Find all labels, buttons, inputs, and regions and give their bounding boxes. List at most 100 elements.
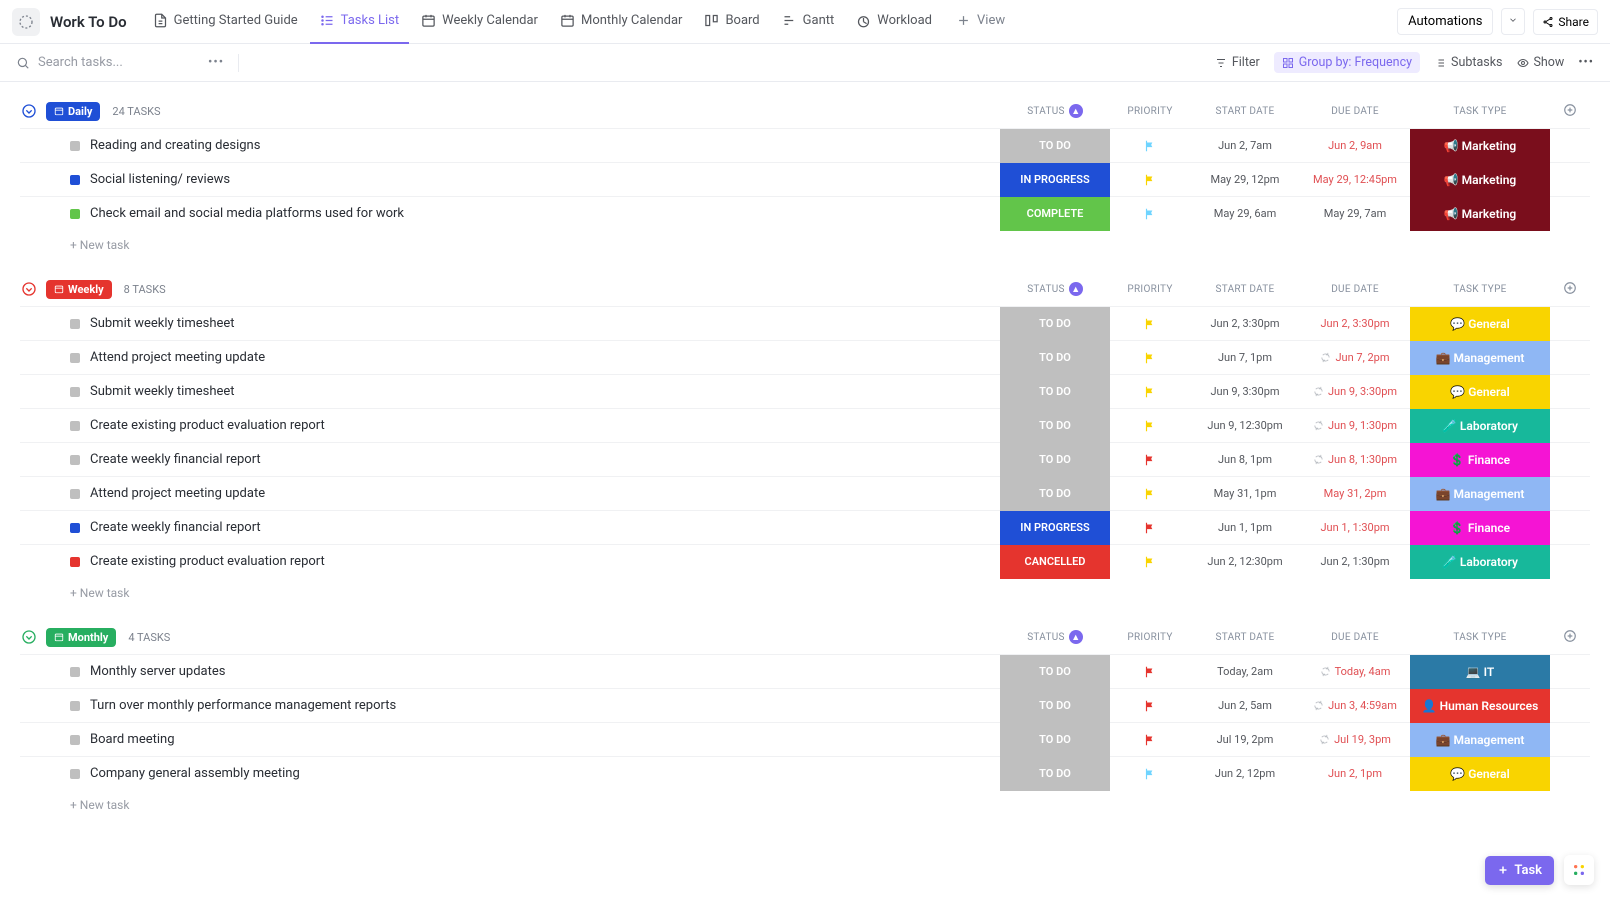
priority-cell[interactable] [1110,767,1190,781]
start-date-cell[interactable]: Jun 2, 12pm [1190,767,1300,780]
task-row[interactable]: Turn over monthly performance management… [20,688,1590,722]
status-square-icon[interactable] [70,769,80,779]
status-square-icon[interactable] [70,455,80,465]
task-name[interactable]: Monthly server updates [90,664,225,679]
due-date-cell[interactable]: Jun 2, 1pm [1300,767,1410,780]
start-date-cell[interactable]: May 29, 6am [1190,207,1300,220]
col-header-type[interactable]: TASK TYPE [1410,106,1550,117]
due-date-cell[interactable]: May 29, 7am [1300,207,1410,220]
task-name[interactable]: Submit weekly timesheet [90,384,235,399]
task-row[interactable]: Social listening/ reviewsIN PROGRESSMay … [20,162,1590,196]
status-square-icon[interactable] [70,557,80,567]
priority-cell[interactable] [1110,207,1190,221]
add-column-icon[interactable] [1550,629,1590,646]
status-square-icon[interactable] [70,667,80,677]
tab-monthly-calendar[interactable]: Monthly Calendar [550,0,692,44]
task-type-cell[interactable]: 📢 Marketing [1410,197,1550,231]
task-name[interactable]: Submit weekly timesheet [90,316,235,331]
apps-launcher-icon[interactable] [1564,855,1594,885]
status-cell[interactable]: COMPLETE [1000,197,1110,231]
col-header-start[interactable]: START DATE [1190,284,1300,295]
task-row[interactable]: Reading and creating designsTO DOJun 2, … [20,128,1590,162]
start-date-cell[interactable]: Jun 2, 7am [1190,139,1300,152]
status-square-icon[interactable] [70,141,80,151]
col-header-due[interactable]: DUE DATE [1300,632,1410,643]
task-type-cell[interactable]: 💬 General [1410,757,1550,791]
toolbar-overflow-icon[interactable]: ••• [1578,55,1594,70]
task-type-cell[interactable]: 💬 General [1410,375,1550,409]
task-type-cell[interactable]: 💼 Management [1410,477,1550,511]
col-header-status[interactable]: STATUS ▲ [1000,630,1110,644]
due-date-cell[interactable]: Jun 3, 4:59am [1300,699,1410,712]
status-square-icon[interactable] [70,489,80,499]
task-row[interactable]: Submit weekly timesheet TO DO Jun 2, 3:30p… [20,306,1590,340]
collapse-icon[interactable] [20,102,38,120]
priority-cell[interactable] [1110,555,1190,569]
workspace-title[interactable]: Work To Do [50,13,127,31]
status-cell[interactable]: TO DO [1000,689,1110,723]
task-row[interactable]: Create existing product evaluation repor… [20,408,1590,442]
task-type-cell[interactable]: 📢 Marketing [1410,129,1550,163]
col-header-due[interactable]: DUE DATE [1300,284,1410,295]
status-square-icon[interactable] [70,421,80,431]
task-name[interactable]: Create existing product evaluation repor… [90,554,325,569]
status-cell[interactable]: TO DO [1000,723,1110,757]
task-name[interactable]: Create weekly financial report [90,452,261,467]
tab-gantt[interactable]: Gantt [772,0,845,44]
add-view-button[interactable]: View [946,0,1015,44]
col-header-priority[interactable]: PRIORITY [1110,106,1190,117]
add-column-icon[interactable] [1550,281,1590,298]
start-date-cell[interactable]: Jun 7, 1pm [1190,351,1300,364]
priority-cell[interactable] [1110,699,1190,713]
task-row[interactable]: Monthly server updatesTO DOToday, 2amTod… [20,654,1590,688]
group-badge[interactable]: Weekly [46,280,112,299]
task-type-cell[interactable]: 🧪 Laboratory [1410,545,1550,579]
due-date-cell[interactable]: Jun 9, 3:30pm [1300,385,1410,398]
show-button[interactable]: Show [1517,55,1565,70]
status-cell[interactable]: TO DO [1000,409,1110,443]
due-date-cell[interactable]: Jun 9, 1:30pm [1300,419,1410,432]
due-date-cell[interactable]: Jun 2, 3:30pm [1300,317,1410,330]
task-type-cell[interactable]: 💲 Finance [1410,443,1550,477]
due-date-cell[interactable]: Jun 1, 1:30pm [1300,521,1410,534]
task-type-cell[interactable]: 💲 Finance [1410,511,1550,545]
col-header-status[interactable]: STATUS ▲ [1000,282,1110,296]
col-header-due[interactable]: DUE DATE [1300,106,1410,117]
task-type-cell[interactable]: 🧪 Laboratory [1410,409,1550,443]
start-date-cell[interactable]: Jun 2, 12:30pm [1190,555,1300,568]
new-task-button[interactable]: + New task [20,790,1590,820]
start-date-cell[interactable]: May 31, 1pm [1190,487,1300,500]
status-cell[interactable]: TO DO [1000,757,1110,791]
task-name[interactable]: Check email and social media platforms u… [90,206,404,221]
status-square-icon[interactable] [70,319,80,329]
collapse-icon[interactable] [20,280,38,298]
col-header-type[interactable]: TASK TYPE [1410,284,1550,295]
start-date-cell[interactable]: Jun 2, 3:30pm [1190,317,1300,330]
status-cell[interactable]: TO DO [1000,307,1110,341]
priority-cell[interactable] [1110,453,1190,467]
due-date-cell[interactable]: Today, 4am [1300,665,1410,678]
start-date-cell[interactable]: May 29, 12pm [1190,173,1300,186]
col-header-start[interactable]: START DATE [1190,632,1300,643]
group-badge[interactable]: Monthly [46,628,116,647]
task-name[interactable]: Create existing product evaluation repor… [90,418,325,433]
task-row[interactable]: Create weekly financial report TO DO Jun 8… [20,442,1590,476]
group-badge[interactable]: Daily [46,102,100,121]
task-row[interactable]: Submit weekly timesheetTO DOJun 9, 3:30p… [20,374,1590,408]
due-date-cell[interactable]: May 31, 2pm [1300,487,1410,500]
task-type-cell[interactable]: 💻 IT [1410,655,1550,689]
task-name[interactable]: Attend project meeting update [90,486,265,501]
due-date-cell[interactable]: Jun 2, 9am [1300,139,1410,152]
status-square-icon[interactable] [70,735,80,745]
new-task-button[interactable]: + New task [20,230,1590,260]
task-name[interactable]: Turn over monthly performance management… [90,698,396,713]
due-date-cell[interactable]: Jun 8, 1:30pm [1300,453,1410,466]
status-cell[interactable]: TO DO [1000,443,1110,477]
task-row[interactable]: Board meetingTO DOJul 19, 2pmJul 19, 3pm… [20,722,1590,756]
tab-getting-started-guide[interactable]: Getting Started Guide [143,0,308,44]
task-name[interactable]: Social listening/ reviews [90,172,230,187]
status-square-icon[interactable] [70,175,80,185]
subtasks-button[interactable]: Subtasks [1434,55,1502,70]
status-cell[interactable]: TO DO [1000,477,1110,511]
due-date-cell[interactable]: May 29, 12:45pm [1300,173,1410,186]
